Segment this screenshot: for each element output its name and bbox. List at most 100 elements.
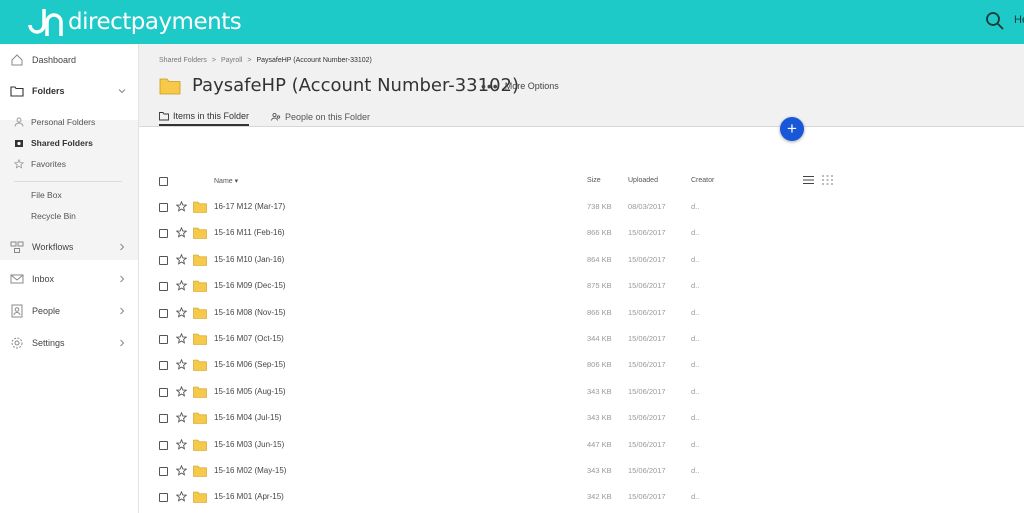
star-icon[interactable] bbox=[176, 280, 187, 291]
file-name[interactable]: 15-16 M01 (Apr-15) bbox=[214, 492, 284, 501]
row-checkbox[interactable] bbox=[159, 493, 168, 503]
file-name[interactable]: 15-16 M09 (Dec-15) bbox=[214, 281, 286, 290]
folder-icon bbox=[193, 201, 207, 213]
table-row[interactable]: 15-16 M06 (Sep-15) 806 KB 15/06/2017 d.. bbox=[139, 352, 1024, 378]
table-row[interactable]: 15-16 M10 (Jan-16) 864 KB 15/06/2017 d.. bbox=[139, 247, 1024, 273]
table-row[interactable]: 15-16 M02 (May-15) 343 KB 15/06/2017 d.. bbox=[139, 458, 1024, 484]
row-checkbox[interactable] bbox=[159, 440, 168, 450]
workflow-icon bbox=[10, 241, 24, 253]
column-header-name[interactable]: Name ▾ bbox=[214, 177, 238, 185]
table-row[interactable]: 15-16 M03 (Jun-15) 447 KB 15/06/2017 d.. bbox=[139, 432, 1024, 458]
breadcrumb-item[interactable]: Payroll bbox=[221, 57, 242, 64]
column-header-label: Name bbox=[214, 178, 233, 185]
file-name[interactable]: 15-16 M02 (May-15) bbox=[214, 466, 286, 475]
sidebar-subitem-label: File Box bbox=[31, 190, 62, 200]
breadcrumb-item[interactable]: Shared Folders bbox=[159, 57, 207, 64]
row-checkbox[interactable] bbox=[159, 308, 168, 318]
file-uploaded: 15/06/2017 bbox=[628, 492, 666, 502]
file-size: 866 KB bbox=[587, 307, 612, 317]
file-name[interactable]: 15-16 M11 (Feb-16) bbox=[214, 228, 285, 237]
tab-items-in-folder[interactable]: Items in this Folder bbox=[159, 108, 250, 126]
folder-icon bbox=[193, 439, 207, 451]
sidebar-item-inbox[interactable]: Inbox bbox=[0, 271, 138, 287]
star-icon[interactable] bbox=[176, 491, 187, 503]
brand-logo[interactable]: directpayments bbox=[26, 6, 242, 38]
file-name[interactable]: 16-17 M12 (Mar-17) bbox=[214, 202, 285, 211]
sidebar-item-folders[interactable]: Folders bbox=[0, 83, 138, 99]
column-header-size[interactable]: Size bbox=[587, 177, 601, 184]
sidebar-subitem-personal-folders[interactable]: Personal Folders bbox=[0, 117, 138, 129]
file-creator: d.. bbox=[691, 281, 700, 291]
table-row[interactable]: 15-16 M04 (Jul-15) 343 KB 15/06/2017 d.. bbox=[139, 405, 1024, 431]
sidebar-item-label: Settings bbox=[32, 338, 65, 348]
file-uploaded: 15/06/2017 bbox=[628, 281, 666, 291]
file-name[interactable]: 15-16 M03 (Jun-15) bbox=[214, 440, 284, 449]
star-icon[interactable] bbox=[176, 306, 187, 318]
file-name[interactable]: 15-16 M04 (Jul-15) bbox=[214, 413, 282, 422]
star-icon[interactable] bbox=[176, 227, 187, 239]
file-name[interactable]: 15-16 M10 (Jan-16) bbox=[214, 255, 284, 264]
row-checkbox[interactable] bbox=[159, 229, 168, 239]
file-uploaded: 15/06/2017 bbox=[628, 307, 666, 317]
sidebar-subitem-shared-folders[interactable]: Shared Folders bbox=[0, 138, 138, 150]
folder-icon bbox=[193, 465, 207, 477]
tab-people-on-folder[interactable]: People on this Folder bbox=[271, 108, 370, 126]
row-checkbox[interactable] bbox=[159, 387, 168, 397]
table-row[interactable]: 15-16 M05 (Aug-15) 343 KB 15/06/2017 d.. bbox=[139, 379, 1024, 405]
star-icon[interactable] bbox=[176, 438, 187, 450]
file-size: 343 KB bbox=[587, 413, 612, 423]
search-icon[interactable] bbox=[985, 11, 1005, 31]
sidebar-item-workflows[interactable]: Workflows bbox=[0, 239, 138, 255]
star-icon[interactable] bbox=[176, 465, 187, 476]
row-checkbox[interactable] bbox=[159, 203, 168, 212]
column-header-creator[interactable]: Creator bbox=[691, 177, 714, 184]
table-row[interactable]: 15-16 M01 (Apr-15) 342 KB 15/06/2017 d.. bbox=[139, 484, 1024, 510]
star-icon[interactable] bbox=[176, 385, 187, 397]
table-row[interactable]: 16-17 M12 (Mar-17) 738 KB 08/03/2017 d.. bbox=[139, 194, 1024, 220]
row-checkbox[interactable] bbox=[159, 335, 168, 344]
sidebar-item-settings[interactable]: Settings bbox=[0, 335, 138, 351]
file-uploaded: 15/06/2017 bbox=[628, 254, 666, 264]
star-icon[interactable] bbox=[176, 359, 187, 371]
file-size: 343 KB bbox=[587, 386, 612, 396]
row-checkbox[interactable] bbox=[159, 255, 168, 265]
file-size: 866 KB bbox=[587, 228, 612, 238]
sidebar-subitem-file-box[interactable]: File Box bbox=[0, 190, 138, 202]
row-checkbox[interactable] bbox=[159, 414, 168, 424]
sidebar-subitem-favorites[interactable]: Favorites bbox=[0, 159, 138, 171]
star-icon bbox=[14, 159, 24, 169]
table-row[interactable]: 15-16 M07 (Oct-15) 344 KB 15/06/2017 d.. bbox=[139, 326, 1024, 352]
file-name[interactable]: 15-16 M06 (Sep-15) bbox=[214, 360, 286, 369]
sidebar-subitem-label: Shared Folders bbox=[31, 138, 93, 148]
row-checkbox[interactable] bbox=[159, 467, 168, 476]
row-checkbox[interactable] bbox=[159, 361, 168, 371]
file-size: 864 KB bbox=[587, 254, 612, 264]
table-row[interactable]: 15-16 M08 (Nov-15) 866 KB 15/06/2017 d.. bbox=[139, 300, 1024, 326]
star-icon[interactable] bbox=[176, 333, 187, 344]
folder-icon bbox=[193, 492, 207, 504]
list-view-icon[interactable] bbox=[803, 175, 814, 185]
select-all-checkbox[interactable] bbox=[159, 177, 168, 186]
sidebar: Dashboard Folders Personal Folders Share… bbox=[0, 44, 139, 513]
more-options-button[interactable]: ••• More Options bbox=[481, 79, 559, 93]
star-icon[interactable] bbox=[176, 253, 187, 265]
add-button[interactable]: + bbox=[780, 117, 804, 141]
sidebar-item-dashboard[interactable]: Dashboard bbox=[0, 52, 138, 68]
sidebar-item-people[interactable]: People bbox=[0, 303, 138, 319]
file-name[interactable]: 15-16 M05 (Aug-15) bbox=[214, 387, 286, 396]
table-row[interactable]: 15-16 M09 (Dec-15) 875 KB 15/06/2017 d.. bbox=[139, 273, 1024, 299]
sidebar-subitem-recycle-bin[interactable]: Recycle Bin bbox=[0, 211, 138, 223]
star-icon[interactable] bbox=[176, 201, 187, 212]
table-row[interactable]: 15-16 M11 (Feb-16) 866 KB 15/06/2017 d.. bbox=[139, 220, 1024, 246]
row-checkbox[interactable] bbox=[159, 282, 168, 292]
folder-icon bbox=[159, 78, 181, 95]
file-name[interactable]: 15-16 M08 (Nov-15) bbox=[214, 308, 286, 317]
chevron-right-icon bbox=[120, 339, 125, 347]
user-menu[interactable]: He bbox=[1014, 14, 1024, 26]
column-header-uploaded[interactable]: Uploaded bbox=[628, 177, 658, 184]
grid-view-icon[interactable] bbox=[822, 175, 833, 185]
star-icon[interactable] bbox=[176, 412, 187, 423]
file-creator: d.. bbox=[691, 466, 700, 475]
main-content: Shared Folders > Payroll > PaysafeHP (Ac… bbox=[139, 44, 1024, 513]
file-name[interactable]: 15-16 M07 (Oct-15) bbox=[214, 334, 284, 343]
